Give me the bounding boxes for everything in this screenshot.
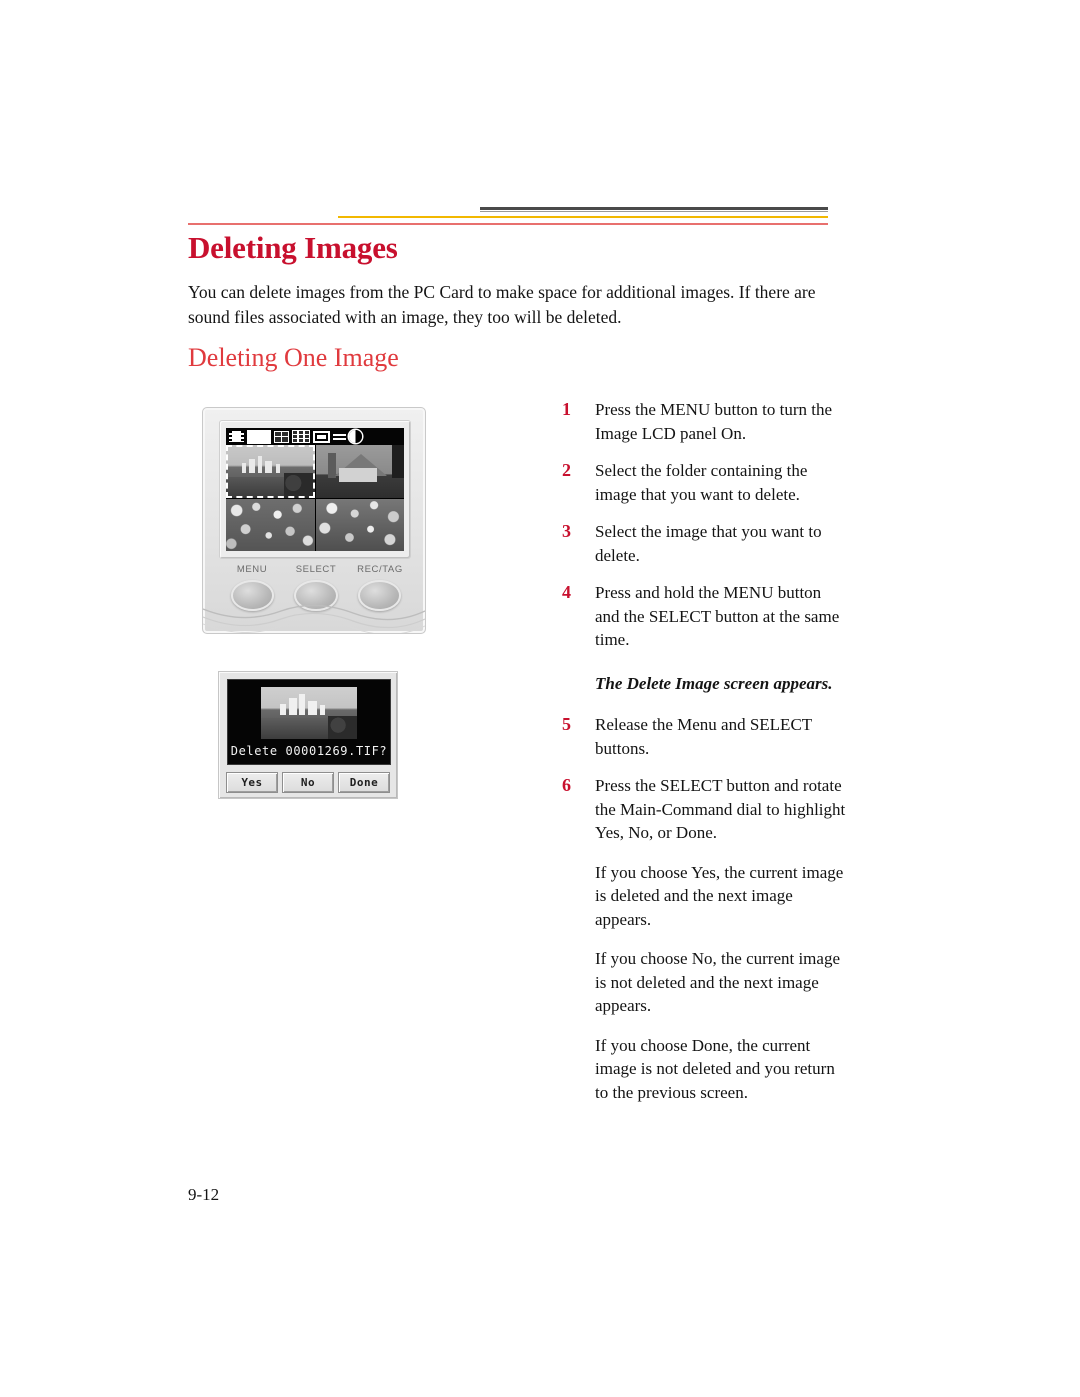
page-title: Deleting Images	[188, 230, 398, 265]
header-rule-dark	[480, 207, 828, 210]
step-number: 4	[562, 582, 571, 602]
camera-body-contour	[203, 599, 425, 633]
step-text: Press the MENU button to turn the Image …	[595, 400, 833, 443]
step-text: Release the Menu and SELECT buttons.	[595, 715, 812, 758]
crowd-thumbnail-1[interactable]	[226, 498, 315, 551]
settings-lines-icon[interactable]	[333, 431, 346, 442]
grid-2x2-icon[interactable]	[274, 430, 289, 443]
delete-screen-thumbnail	[261, 687, 357, 739]
delete-prompt-text: Delete 00001269.TIF?	[230, 744, 388, 758]
section-subtitle: Deleting One Image	[188, 343, 399, 372]
page-number: 9-12	[188, 1185, 220, 1204]
step-item: 6 Press the SELECT button and rotate the…	[562, 774, 847, 845]
no-button[interactable]: No	[282, 772, 334, 793]
camera-button-label-rectag: REC/TAG	[357, 564, 403, 575]
camera-button-label-menu: MENU	[236, 564, 268, 575]
step-number: 1	[562, 399, 571, 419]
camera-lcd-screen	[226, 428, 404, 551]
step-text: Press the SELECT button and rotate the M…	[595, 776, 846, 842]
lcd-toolbar	[226, 428, 404, 445]
camera-button-label-select: SELECT	[295, 564, 337, 575]
intro-paragraph: You can delete images from the PC Card t…	[188, 282, 816, 327]
delete-screen-lcd: Delete 00001269.TIF?	[227, 679, 391, 765]
step-item: 2 Select the folder containing the image…	[562, 459, 847, 506]
camera-illustration: MENU SELECT REC/TAG	[202, 407, 426, 634]
step-number: 2	[562, 460, 571, 480]
step-text: Select the folder containing the image t…	[595, 461, 808, 504]
header-rule-gold	[338, 216, 828, 218]
document-page: Deleting Images You can delete images fr…	[0, 0, 1080, 1397]
done-button[interactable]: Done	[338, 772, 390, 793]
filmstrip-icon[interactable]	[229, 431, 244, 442]
delete-screen-note: The Delete Image screen appears.	[595, 673, 833, 693]
contrast-icon[interactable]	[349, 430, 362, 443]
header-rule-dark-thin	[480, 211, 828, 212]
camera-button-labels: MENU SELECT REC/TAG	[221, 564, 411, 575]
header-rule-red	[188, 223, 828, 225]
step-number: 5	[562, 714, 571, 734]
grid-3x3-icon[interactable]	[292, 430, 310, 443]
outcome-paragraph: If you choose No, the current image is n…	[595, 949, 840, 1015]
thumbnail-grid	[226, 445, 404, 551]
delete-screen-buttons: Yes No Done	[226, 772, 390, 793]
step-item: 1 Press the MENU button to turn the Imag…	[562, 398, 847, 445]
outcome-paragraph: If you choose Done, the current image is…	[595, 1035, 835, 1102]
step-number: 3	[562, 521, 571, 541]
delete-image-screen: Delete 00001269.TIF? Yes No Done	[218, 671, 398, 799]
single-image-icon[interactable]	[247, 429, 271, 444]
camera-lcd-bezel	[219, 420, 411, 559]
instruction-list: 1 Press the MENU button to turn the Imag…	[562, 398, 847, 1104]
yes-button[interactable]: Yes	[226, 772, 278, 793]
step-item: 3 Select the image that you want to dele…	[562, 520, 847, 567]
step-item: 5 Release the Menu and SELECT buttons.	[562, 713, 847, 760]
step-text: Select the image that you want to delete…	[595, 522, 822, 565]
crowd-thumbnail-2[interactable]	[315, 498, 404, 551]
city-skyline-thumbnail[interactable]	[226, 445, 315, 498]
step-text: Press and hold the MENU button and the S…	[595, 583, 840, 649]
folder-icon[interactable]	[313, 430, 330, 443]
house-thumbnail[interactable]	[315, 445, 404, 498]
step-item: 4 Press and hold the MENU button and the…	[562, 581, 847, 652]
step-number: 6	[562, 775, 571, 795]
outcome-paragraph: If you choose Yes, the current image is …	[595, 862, 844, 929]
